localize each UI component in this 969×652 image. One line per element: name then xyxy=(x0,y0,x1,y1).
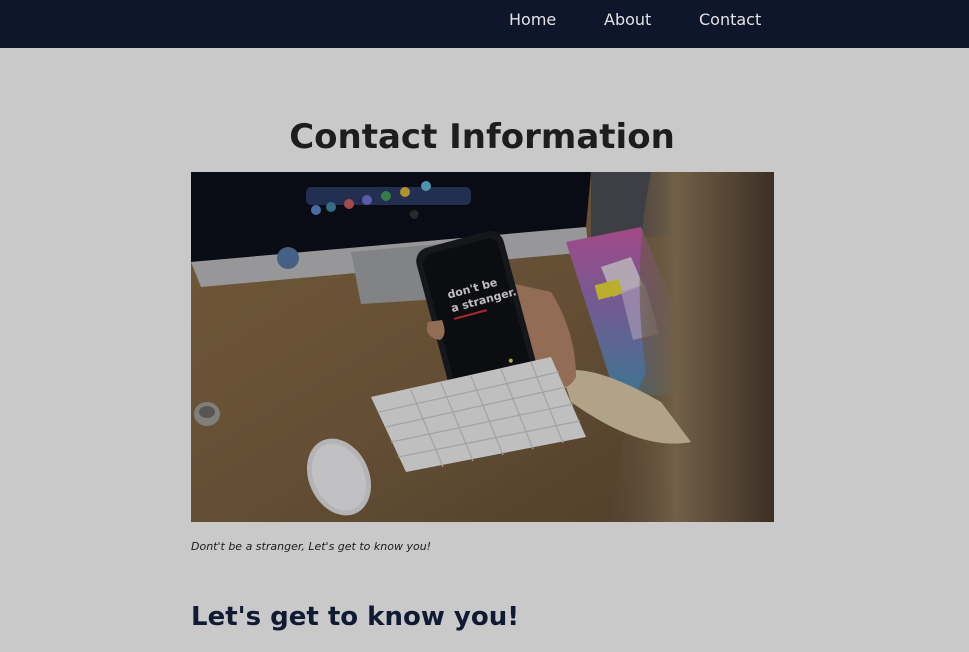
nav-link-home[interactable]: Home xyxy=(509,10,556,30)
hero-photo: don't be a stranger. xyxy=(191,172,774,522)
desk-phone-photo: don't be a stranger. xyxy=(191,172,774,522)
top-navbar: Home About Contact xyxy=(0,0,969,48)
photo-caption: Dont't be a stranger, Let's get to know … xyxy=(191,540,432,553)
nav-link-contact[interactable]: Contact xyxy=(699,10,761,30)
section-heading: Let's get to know you! xyxy=(191,602,520,632)
page-title: Contact Information xyxy=(289,117,675,157)
nav-link-about[interactable]: About xyxy=(604,10,651,30)
